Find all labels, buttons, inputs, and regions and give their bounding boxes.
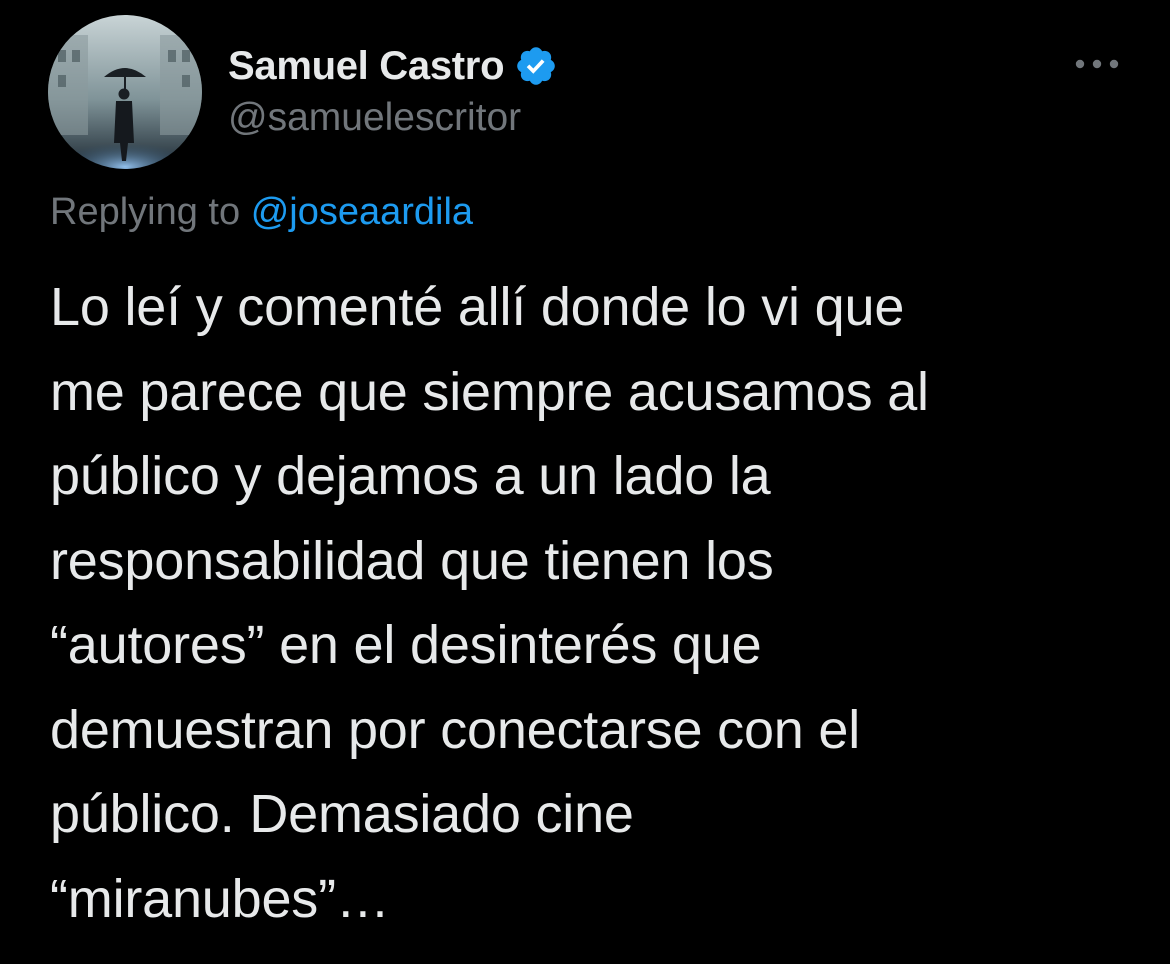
tweet-text: Lo leí y comenté allí donde lo vi que me… (50, 277, 929, 929)
reply-mention-link[interactable]: @joseaardila (251, 191, 473, 233)
replying-to-label: Replying to (50, 191, 241, 233)
author-display-name[interactable]: Samuel Castro (228, 44, 505, 89)
author-name-row: Samuel Castro (228, 40, 558, 92)
avatar-photo (48, 15, 202, 169)
replying-to-line: Replying to @joseaardila (50, 191, 473, 234)
author-avatar[interactable] (48, 15, 202, 169)
more-options-icon[interactable] (1072, 52, 1122, 76)
author-handle[interactable]: @samuelescritor (228, 96, 521, 140)
tweet-detail: Samuel Castro @samuelescritor Replying t… (0, 0, 1170, 964)
verified-badge-icon (514, 44, 558, 88)
